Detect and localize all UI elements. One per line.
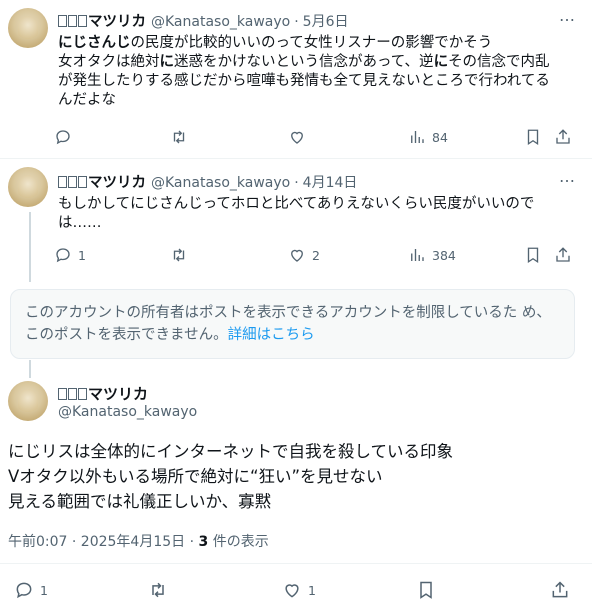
name-emoji-glyphs bbox=[58, 175, 88, 191]
bookmark-button[interactable] bbox=[524, 128, 542, 146]
restricted-post-notice: このアカウントの所有者はポストを表示できるアカウントを制限しているた め、このポ… bbox=[10, 289, 575, 359]
post-meta: 午前0:07 · 2025年4月15日 · 3 件の表示 bbox=[8, 531, 269, 551]
view-count: 3 bbox=[198, 534, 209, 550]
separator-dot: · bbox=[294, 175, 299, 191]
bold-word: にじさんじ bbox=[58, 35, 131, 51]
user-handle[interactable]: @Kanataso_kawayo bbox=[58, 404, 197, 420]
share-button[interactable] bbox=[554, 128, 572, 146]
repost-button[interactable] bbox=[148, 580, 168, 600]
share-icon bbox=[556, 129, 570, 144]
user-handle[interactable]: @Kanataso_kawayo bbox=[151, 14, 290, 30]
text-line: Vオタク以外もいる場所で絶対に“狂い”を見せない bbox=[8, 467, 383, 486]
views-label: 件の表示 bbox=[208, 534, 269, 550]
bookmark-icon bbox=[527, 129, 539, 146]
repost-icon bbox=[173, 130, 185, 144]
user-handle[interactable]: @Kanataso_kawayo bbox=[151, 175, 290, 191]
text-line: んだよな bbox=[58, 92, 116, 108]
like-count: 2 bbox=[312, 247, 320, 263]
text-segment: の民度が比較的いいのって女性リスナーの影響でかそう bbox=[130, 35, 493, 51]
tweet-header: マツリカ @Kanataso_kawayo · 5月6日 bbox=[58, 10, 349, 31]
text-segment: 迷惑をかけないという信念があって、逆 bbox=[174, 54, 434, 70]
divider bbox=[0, 158, 592, 159]
more-options-button[interactable]: … bbox=[559, 167, 576, 186]
like-button[interactable]: 2 bbox=[288, 246, 320, 264]
share-button[interactable] bbox=[554, 246, 572, 264]
like-button[interactable]: 1 bbox=[282, 580, 316, 600]
reply-icon bbox=[16, 582, 32, 599]
analytics-icon bbox=[411, 131, 424, 143]
repost-icon bbox=[152, 582, 164, 598]
text-line: にじリスは全体的にインターネットで自我を殺している印象 bbox=[8, 442, 454, 461]
views-count: 84 bbox=[432, 129, 448, 145]
thread-connector bbox=[29, 360, 31, 378]
like-count: 1 bbox=[308, 582, 316, 598]
bookmark-button[interactable] bbox=[524, 246, 542, 264]
text-line: は…… bbox=[58, 215, 102, 231]
more-options-button[interactable]: … bbox=[559, 6, 576, 25]
heart-icon bbox=[285, 584, 299, 598]
main-post-text: にじリスは全体的にインターネットで自我を殺している印象 Vオタク以外もいる場所で… bbox=[8, 439, 453, 514]
views-button[interactable]: 84 bbox=[408, 128, 448, 146]
views-button[interactable]: 384 bbox=[408, 246, 456, 264]
share-icon bbox=[552, 581, 568, 598]
separator-dot: · bbox=[294, 14, 299, 30]
bookmark-icon bbox=[420, 581, 432, 599]
views-count: 384 bbox=[432, 247, 456, 263]
display-name-text: マツリカ bbox=[88, 385, 149, 403]
display-name[interactable]: マツリカ bbox=[58, 383, 148, 404]
text-line: 見える範囲では礼儀正しいか、寡黙 bbox=[8, 492, 272, 511]
divider bbox=[0, 563, 592, 564]
tweet-text: もしかしてにじさんじってホロと比べてありえないくらい民度がいいので は…… bbox=[58, 195, 578, 233]
reply-icon bbox=[56, 130, 70, 145]
text-segment: その信念で内乱 bbox=[448, 54, 550, 70]
name-emoji-glyphs bbox=[58, 385, 88, 403]
text-line: もしかしてにじさんじってホロと比べてありえないくらい民度がいいので bbox=[58, 196, 535, 212]
analytics-icon bbox=[411, 249, 424, 261]
like-button[interactable] bbox=[288, 128, 306, 146]
post-timestamp[interactable]: 午前0:07 · 2025年4月15日 · bbox=[8, 534, 199, 550]
share-icon bbox=[556, 247, 570, 262]
bookmark-button[interactable] bbox=[416, 580, 436, 600]
tweet-text: にじさんじの民度が比較的いいのって女性リスナーの影響でかそう 女オタクは絶対に迷… bbox=[58, 34, 578, 110]
reply-count: 1 bbox=[40, 582, 48, 598]
post-date[interactable]: 4月14日 bbox=[303, 172, 358, 192]
text-line: が発生したりする感じだから喧嘩も発情も全て見えないところで行われてる bbox=[58, 73, 550, 89]
bookmark-icon bbox=[527, 247, 539, 264]
repost-icon bbox=[173, 248, 185, 262]
repost-button[interactable] bbox=[170, 128, 188, 146]
thread-connector bbox=[29, 212, 31, 282]
share-button[interactable] bbox=[550, 580, 570, 600]
avatar[interactable] bbox=[8, 167, 48, 207]
learn-more-link[interactable]: 詳細はこちら bbox=[228, 327, 315, 343]
reply-icon bbox=[56, 248, 70, 263]
display-name[interactable]: マツリカ bbox=[88, 171, 146, 192]
display-name[interactable]: マツリカ bbox=[88, 10, 146, 31]
heart-icon bbox=[291, 131, 303, 144]
reply-button[interactable] bbox=[54, 128, 72, 146]
name-emoji-glyphs bbox=[58, 14, 88, 30]
bold-word: に bbox=[159, 54, 175, 70]
text-segment: 女オタクは絶対 bbox=[58, 54, 160, 70]
tweet-header: マツリカ @Kanataso_kawayo · 4月14日 bbox=[58, 171, 357, 192]
repost-button[interactable] bbox=[170, 246, 188, 264]
avatar[interactable] bbox=[8, 8, 48, 48]
reply-button[interactable]: 1 bbox=[14, 580, 48, 600]
reply-button[interactable]: 1 bbox=[54, 246, 86, 264]
bold-word: に bbox=[433, 54, 449, 70]
heart-icon bbox=[291, 249, 303, 262]
reply-count: 1 bbox=[78, 247, 86, 263]
avatar[interactable] bbox=[8, 381, 48, 421]
post-date[interactable]: 5月6日 bbox=[303, 11, 349, 31]
